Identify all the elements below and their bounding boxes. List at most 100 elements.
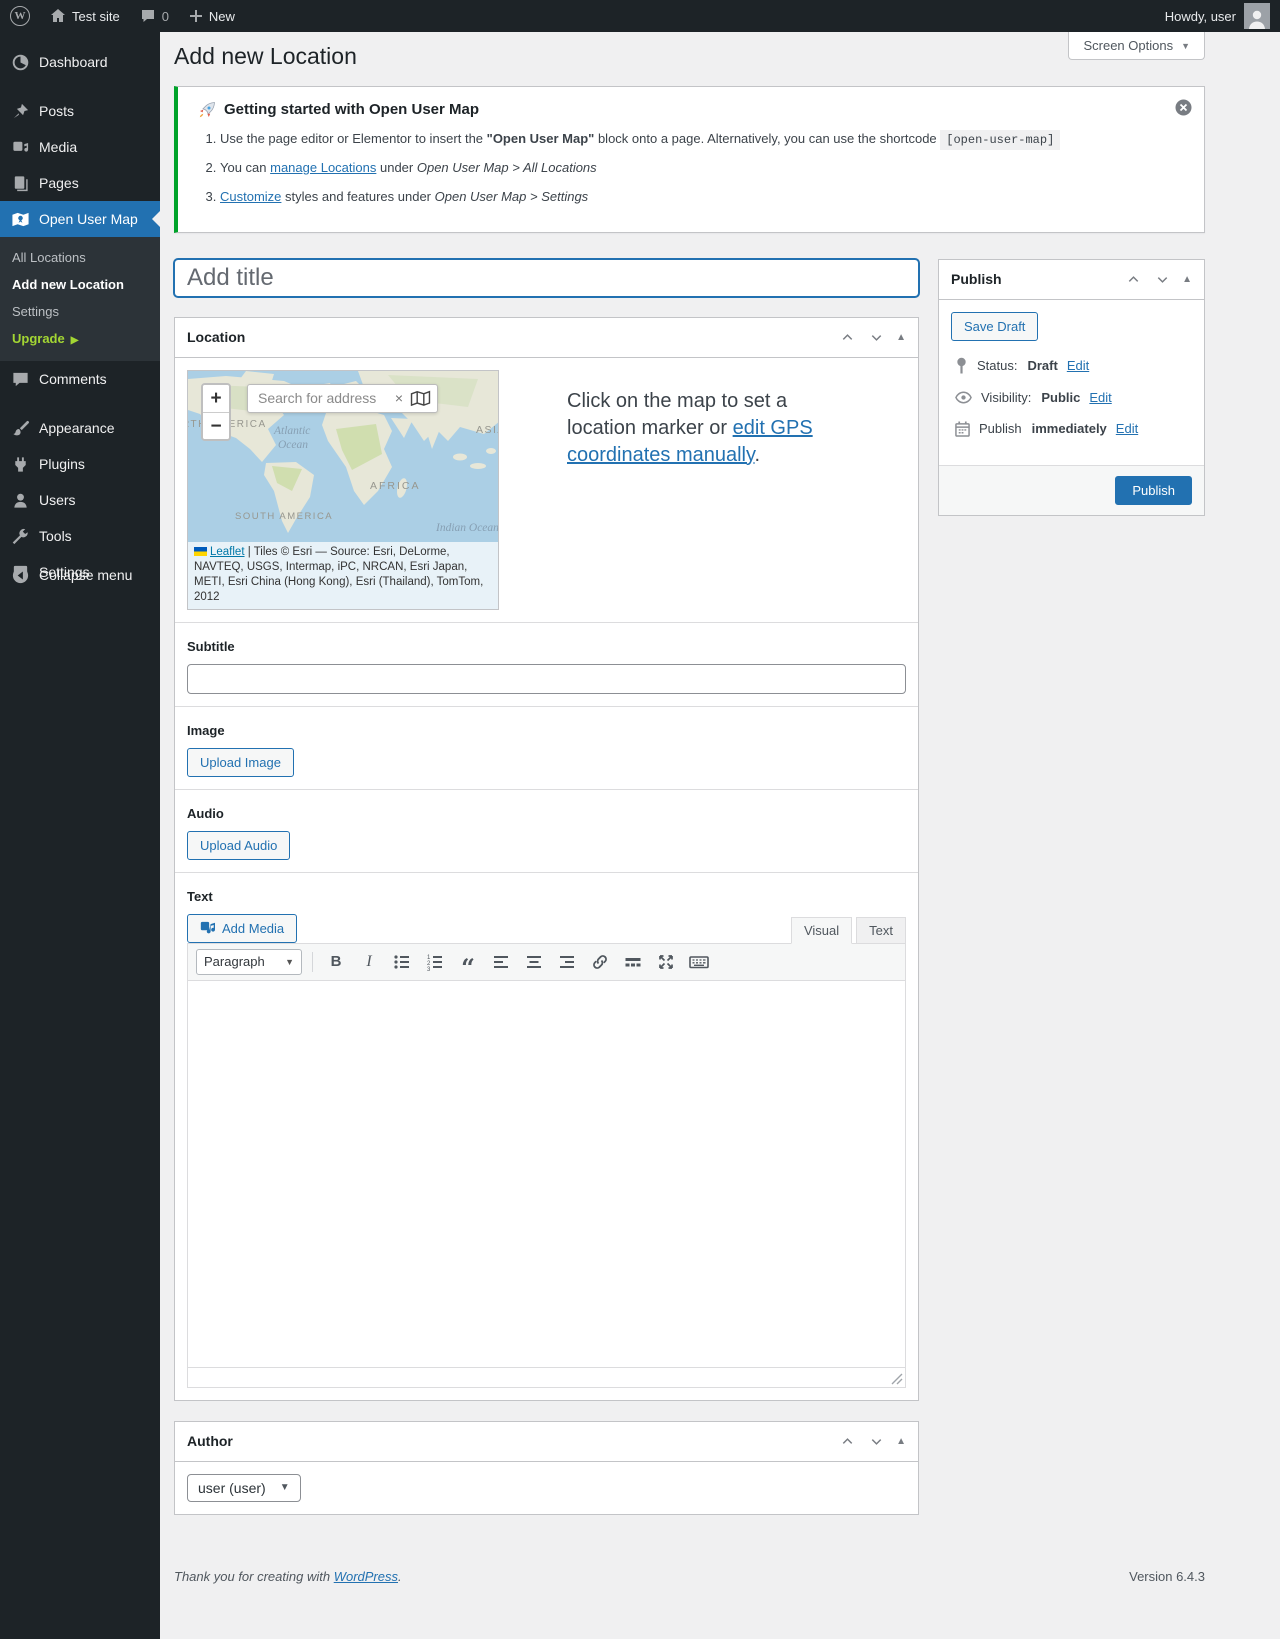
dashboard-icon <box>10 52 30 72</box>
italic-button[interactable]: I <box>356 950 382 974</box>
publish-panel-title: Publish <box>951 271 1002 287</box>
wordpress-logo-menu[interactable]: W <box>0 0 40 32</box>
bold-button[interactable]: B <box>323 950 349 974</box>
admin-bar-comments[interactable]: 0 <box>130 0 179 32</box>
publish-panel: Publish ▲ Save Draft S <box>938 259 1205 516</box>
collapse-arrow-icon <box>10 565 30 585</box>
move-down-icon[interactable] <box>1153 270 1172 289</box>
dismiss-notice-icon[interactable] <box>1175 99 1192 116</box>
submenu-upgrade[interactable]: Upgrade▶ <box>0 325 160 352</box>
image-section: Image Upload Image <box>175 706 918 789</box>
admin-content: Screen Options ▼ Add new Location Gettin… <box>160 0 1280 1614</box>
image-label: Image <box>187 723 906 738</box>
customize-link[interactable]: Customize <box>220 189 281 204</box>
upload-audio-button[interactable]: Upload Audio <box>187 831 290 860</box>
svg-text:3: 3 <box>427 967 431 971</box>
keyboard-shortcuts-icon[interactable] <box>686 950 712 974</box>
submenu-add-new-location[interactable]: Add new Location <box>0 271 160 298</box>
bullet-list-icon[interactable] <box>389 950 415 974</box>
add-media-button[interactable]: Add Media <box>187 914 297 943</box>
pushpin-icon <box>10 101 30 121</box>
collapse-panel-icon[interactable]: ▲ <box>1182 274 1192 285</box>
sidebar-item-tools[interactable]: Tools <box>0 518 160 554</box>
visibility-eye-icon <box>955 391 972 404</box>
admin-sidebar: Dashboard Posts Media Pages Open User Ma… <box>0 32 160 1639</box>
sidebar-item-comments[interactable]: Comments <box>0 361 160 397</box>
shortcode: [open-user-map] <box>940 130 1060 150</box>
status-row: Status: Draft Edit <box>955 357 1192 374</box>
admin-bar-account[interactable]: Howdy, user <box>1165 3 1280 29</box>
move-up-icon[interactable] <box>1124 270 1143 289</box>
resize-handle[interactable] <box>891 1373 903 1385</box>
submenu-settings[interactable]: Settings <box>0 298 160 325</box>
sidebar-item-plugins[interactable]: Plugins <box>0 446 160 482</box>
visibility-value: Public <box>1041 390 1080 405</box>
sidebar-item-open-user-map[interactable]: Open User Map <box>0 201 160 237</box>
edit-schedule-link[interactable]: Edit <box>1116 421 1138 436</box>
align-right-icon[interactable] <box>554 950 580 974</box>
blockquote-button[interactable]: “ <box>455 950 481 974</box>
subtitle-section: Subtitle <box>175 622 918 706</box>
sidebar-item-posts[interactable]: Posts <box>0 93 160 129</box>
paragraph-format-select[interactable]: Paragraph ▼ <box>196 949 302 975</box>
author-select[interactable]: user (user) ▼ <box>187 1474 301 1502</box>
submenu-all-locations[interactable]: All Locations <box>0 244 160 271</box>
wordpress-link[interactable]: WordPress <box>334 1569 398 1584</box>
admin-bar-new[interactable]: New <box>179 0 245 32</box>
save-draft-button[interactable]: Save Draft <box>951 312 1038 341</box>
publish-button[interactable]: Publish <box>1115 476 1192 505</box>
sidebar-item-pages[interactable]: Pages <box>0 165 160 201</box>
leaflet-link[interactable]: Leaflet <box>210 546 245 558</box>
location-map[interactable]: NORTH AMERICA Atlantic Ocean AFRICA SOUT… <box>187 370 499 610</box>
wrench-icon <box>10 526 30 546</box>
tab-text[interactable]: Text <box>856 917 906 944</box>
clear-search-icon[interactable]: × <box>392 390 406 406</box>
read-more-icon[interactable] <box>620 950 646 974</box>
collapse-panel-icon[interactable]: ▲ <box>896 1436 906 1447</box>
sidebar-item-appearance[interactable]: Appearance <box>0 410 160 446</box>
move-down-icon[interactable] <box>867 328 886 347</box>
location-panel: Location ▲ <box>174 317 919 1401</box>
edit-status-link[interactable]: Edit <box>1067 358 1089 373</box>
open-map-icon[interactable] <box>410 390 431 407</box>
comments-bubble-icon <box>140 8 156 24</box>
numbered-list-icon[interactable]: 123 <box>422 950 448 974</box>
notice-step-2: You can manage Locations under Open User… <box>220 158 1164 179</box>
fullscreen-icon[interactable] <box>653 950 679 974</box>
map-instruction: Click on the map to set a location marke… <box>567 370 817 610</box>
subtitle-input[interactable] <box>187 664 906 694</box>
zoom-in-button[interactable]: + <box>203 385 229 412</box>
link-icon[interactable] <box>587 950 613 974</box>
audio-section: Audio Upload Audio <box>175 789 918 872</box>
move-up-icon[interactable] <box>838 1432 857 1451</box>
map-attribution: Leaflet | Tiles © Esri — Source: Esri, D… <box>188 542 498 609</box>
svg-text:Indian Ocean: Indian Ocean <box>435 522 499 534</box>
subtitle-label: Subtitle <box>187 639 906 654</box>
howdy-text: Howdy, user <box>1165 9 1236 24</box>
admin-bar-site[interactable]: Test site <box>40 0 130 32</box>
collapse-panel-icon[interactable]: ▲ <box>896 332 906 343</box>
admin-bar: W Test site 0 New Howdy, user <box>0 0 1280 32</box>
upload-image-button[interactable]: Upload Image <box>187 748 294 777</box>
home-icon <box>50 8 66 24</box>
wordpress-logo-icon: W <box>10 6 30 26</box>
author-panel-header: Author ▲ <box>175 1422 918 1462</box>
screen-options-button[interactable]: Screen Options ▼ <box>1068 32 1205 60</box>
sidebar-collapse-menu[interactable]: Collapse menu <box>0 557 160 593</box>
sidebar-item-dashboard[interactable]: Dashboard <box>0 44 160 80</box>
title-input[interactable] <box>174 259 919 297</box>
sidebar-item-users[interactable]: Users <box>0 482 160 518</box>
move-up-icon[interactable] <box>838 328 857 347</box>
align-center-icon[interactable] <box>521 950 547 974</box>
address-search-input[interactable] <box>258 390 388 406</box>
manage-locations-link[interactable]: manage Locations <box>270 160 376 175</box>
tab-visual[interactable]: Visual <box>791 917 852 944</box>
edit-visibility-link[interactable]: Edit <box>1089 390 1111 405</box>
zoom-out-button[interactable]: − <box>203 412 229 439</box>
author-section: user (user) ▼ <box>175 1462 918 1514</box>
move-down-icon[interactable] <box>867 1432 886 1451</box>
visibility-row: Visibility: Public Edit <box>955 390 1192 405</box>
sidebar-item-media[interactable]: Media <box>0 129 160 165</box>
align-left-icon[interactable] <box>488 950 514 974</box>
editor-content-area[interactable] <box>188 981 905 1367</box>
